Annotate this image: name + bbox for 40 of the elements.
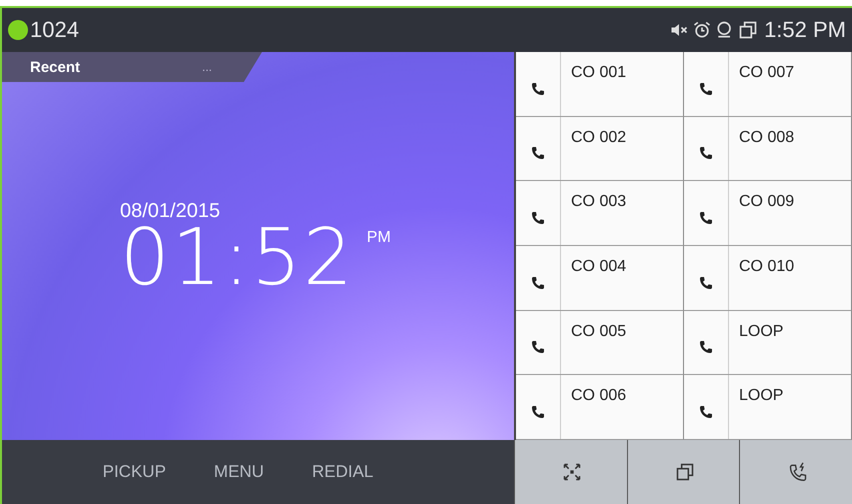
line-key[interactable]: CO 009	[684, 181, 852, 246]
clock-meridiem: PM	[366, 229, 391, 247]
clock-time: 01:52	[120, 223, 355, 293]
line-key[interactable]: CO 002	[516, 116, 684, 182]
handset-icon	[698, 274, 714, 291]
line-key[interactable]: CO 010	[684, 246, 852, 311]
phone-bolt-icon	[788, 462, 808, 482]
handset-icon	[698, 210, 714, 226]
line-key[interactable]: CO 006	[516, 375, 684, 440]
line-key[interactable]: LOOP	[684, 310, 852, 376]
line-key[interactable]: CO 003	[516, 181, 684, 246]
recent-label: Recent	[30, 58, 80, 76]
handset-icon	[530, 404, 546, 420]
line-key[interactable]: LOOP	[684, 375, 852, 440]
extension-number: 1024	[30, 17, 79, 43]
clock-date: 08/01/2015	[120, 200, 222, 223]
more-indicator: ...	[202, 60, 212, 74]
handset-icon	[530, 274, 546, 291]
stacked-pages-icon	[674, 462, 695, 482]
expand-arrows-icon	[562, 462, 582, 482]
alarm-clock-icon	[692, 20, 712, 40]
handset-icon	[530, 210, 546, 226]
line-key[interactable]: CO 001	[516, 52, 684, 117]
line-key[interactable]: CO 008	[684, 116, 852, 182]
handset-icon	[698, 404, 714, 420]
line-key[interactable]: CO 004	[516, 246, 684, 311]
handset-icon	[698, 80, 714, 97]
handset-icon	[698, 145, 714, 162]
line-key[interactable]: CO 007	[684, 52, 852, 117]
status-time: 1:52 PM	[764, 17, 846, 43]
softkey-button[interactable]: REDIAL	[298, 454, 388, 490]
softkey-button[interactable]: PICKUP	[88, 454, 180, 490]
stacked-pages-icon	[738, 20, 758, 40]
softkey-button[interactable]: MENU	[200, 454, 278, 490]
handset-icon	[530, 339, 546, 356]
handset-icon	[698, 339, 714, 356]
line-key[interactable]: CO 005	[516, 310, 684, 376]
handset-icon	[530, 145, 546, 162]
handset-icon	[530, 80, 546, 97]
recent-tab[interactable]: Recent ...	[2, 52, 262, 82]
